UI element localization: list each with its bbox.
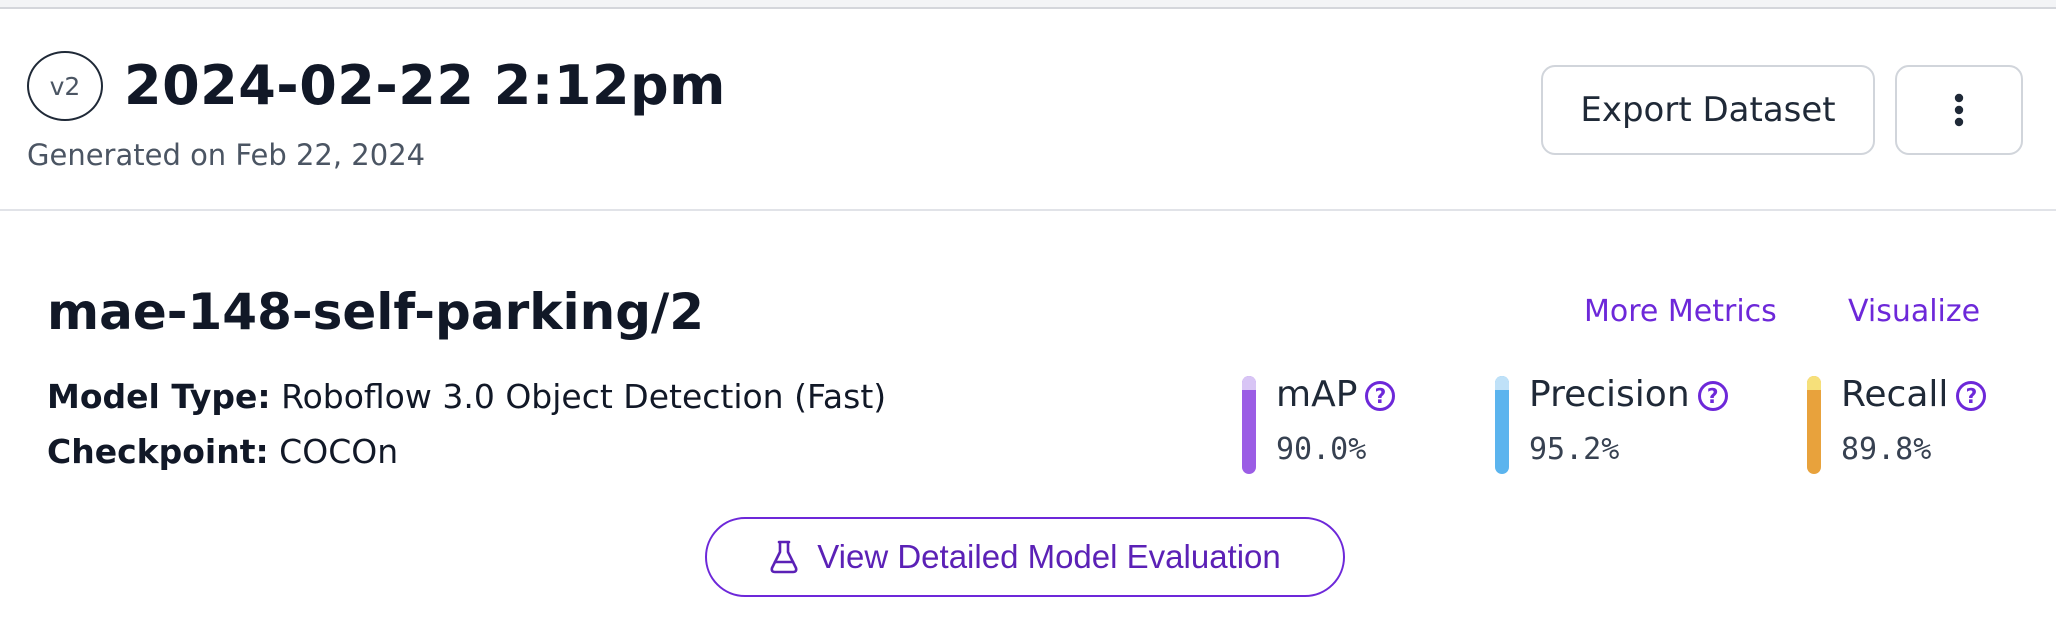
metric-value: 95.2% bbox=[1529, 432, 1620, 467]
checkpoint-value: COCOn bbox=[279, 432, 399, 471]
model-type-key: Model Type: bbox=[47, 377, 271, 416]
checkpoint-row: Checkpoint: COCOn bbox=[47, 429, 398, 475]
vertical-ellipsis-icon bbox=[1954, 93, 1964, 127]
view-model-evaluation-button[interactable]: View Detailed Model Evaluation bbox=[705, 517, 1345, 597]
version-title: 2024-02-22 2:12pm bbox=[124, 54, 726, 117]
generated-date: Generated on Feb 22, 2024 bbox=[27, 138, 426, 172]
metric-label: mAP bbox=[1276, 374, 1358, 415]
more-metrics-link[interactable]: More Metrics bbox=[1584, 290, 1777, 334]
question-circle-icon[interactable]: ? bbox=[1365, 381, 1396, 411]
checkpoint-key: Checkpoint: bbox=[47, 432, 269, 471]
recall-indicator-bar bbox=[1807, 376, 1821, 474]
model-type-value: Roboflow 3.0 Object Detection (Fast) bbox=[281, 377, 887, 416]
metric-label: Precision bbox=[1529, 374, 1690, 415]
version-header: v2 2024-02-22 2:12pm Generated on Feb 22… bbox=[0, 9, 2056, 211]
metric-label: Recall bbox=[1841, 374, 1949, 415]
metric-value: 89.8% bbox=[1841, 432, 1932, 467]
version-badge: v2 bbox=[27, 51, 103, 121]
question-circle-icon[interactable]: ? bbox=[1956, 381, 1987, 411]
visualize-link[interactable]: Visualize bbox=[1848, 290, 1980, 334]
more-options-button[interactable] bbox=[1895, 65, 2023, 155]
precision-indicator-bar bbox=[1495, 376, 1509, 474]
question-circle-icon[interactable]: ? bbox=[1697, 381, 1728, 411]
model-name: mae-148-self-parking/2 bbox=[47, 283, 705, 341]
evaluation-button-label: View Detailed Model Evaluation bbox=[817, 538, 1281, 575]
metric-value: 90.0% bbox=[1276, 432, 1367, 467]
top-divider bbox=[0, 0, 2056, 9]
export-dataset-button[interactable]: Export Dataset bbox=[1541, 65, 1875, 155]
model-type-row: Model Type: Roboflow 3.0 Object Detectio… bbox=[47, 374, 886, 420]
map-indicator-bar bbox=[1242, 376, 1256, 474]
flask-icon bbox=[770, 540, 798, 574]
